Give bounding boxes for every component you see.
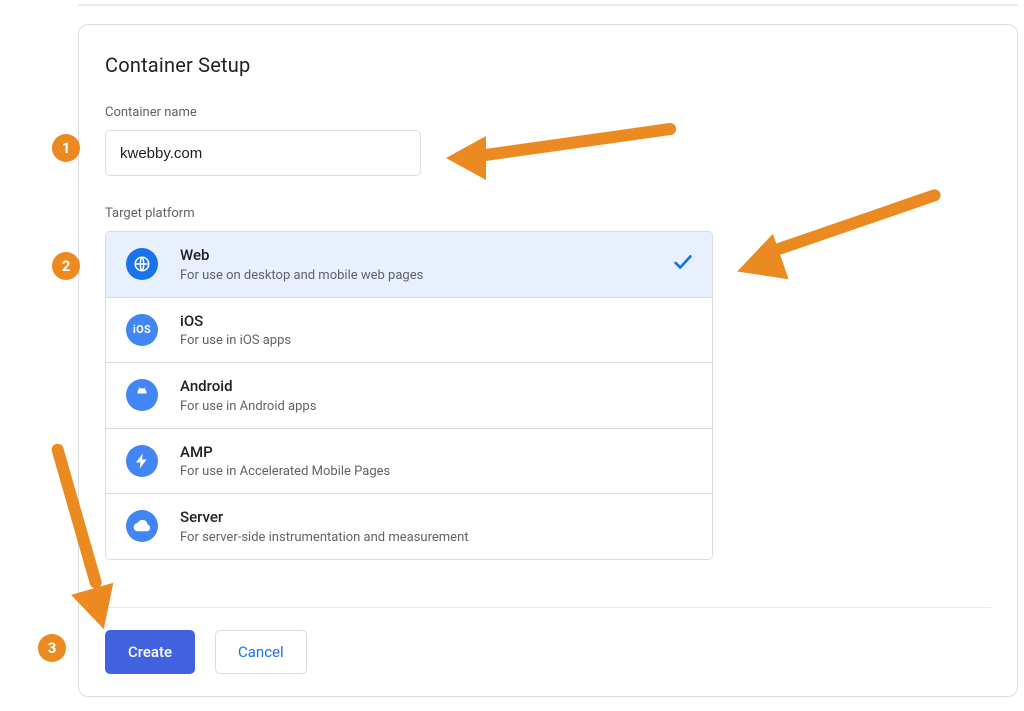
platform-option-web[interactable]: Web For use on desktop and mobile web pa…	[106, 232, 712, 297]
platform-title: iOS	[180, 312, 694, 332]
container-setup-card: Container Setup Container name Target pl…	[78, 24, 1018, 697]
cancel-button[interactable]: Cancel	[215, 630, 307, 674]
create-button[interactable]: Create	[105, 630, 195, 674]
platform-option-ios[interactable]: iOS iOS For use in iOS apps	[106, 297, 712, 363]
footer-divider	[105, 607, 991, 608]
platform-subtitle: For use in Android apps	[180, 399, 694, 414]
container-name-input[interactable]	[105, 130, 421, 176]
check-icon	[672, 251, 694, 278]
globe-icon	[126, 248, 158, 280]
ios-icon: iOS	[126, 314, 158, 346]
android-icon	[126, 379, 158, 411]
platform-title: Android	[180, 377, 694, 397]
top-divider	[78, 4, 1018, 6]
cloud-icon	[126, 510, 158, 542]
platform-option-amp[interactable]: AMP For use in Accelerated Mobile Pages	[106, 428, 712, 494]
platform-title: Web	[180, 246, 650, 266]
page-title: Container Setup	[105, 53, 991, 77]
platform-title: AMP	[180, 443, 694, 463]
platform-subtitle: For use on desktop and mobile web pages	[180, 268, 650, 283]
platform-subtitle: For use in iOS apps	[180, 333, 694, 348]
platform-option-server[interactable]: Server For server-side instrumentation a…	[106, 493, 712, 559]
annotation-step-1: 1	[52, 134, 80, 162]
bolt-icon	[126, 445, 158, 477]
footer-actions: Create Cancel	[105, 630, 307, 674]
container-name-label: Container name	[105, 105, 991, 120]
platform-subtitle: For server-side instrumentation and meas…	[180, 530, 694, 545]
annotation-step-3: 3	[38, 634, 66, 662]
platform-subtitle: For use in Accelerated Mobile Pages	[180, 464, 694, 479]
platform-option-android[interactable]: Android For use in Android apps	[106, 362, 712, 428]
platform-title: Server	[180, 508, 694, 528]
target-platform-label: Target platform	[105, 206, 991, 221]
annotation-step-2: 2	[52, 252, 80, 280]
target-platform-list: Web For use on desktop and mobile web pa…	[105, 231, 713, 560]
